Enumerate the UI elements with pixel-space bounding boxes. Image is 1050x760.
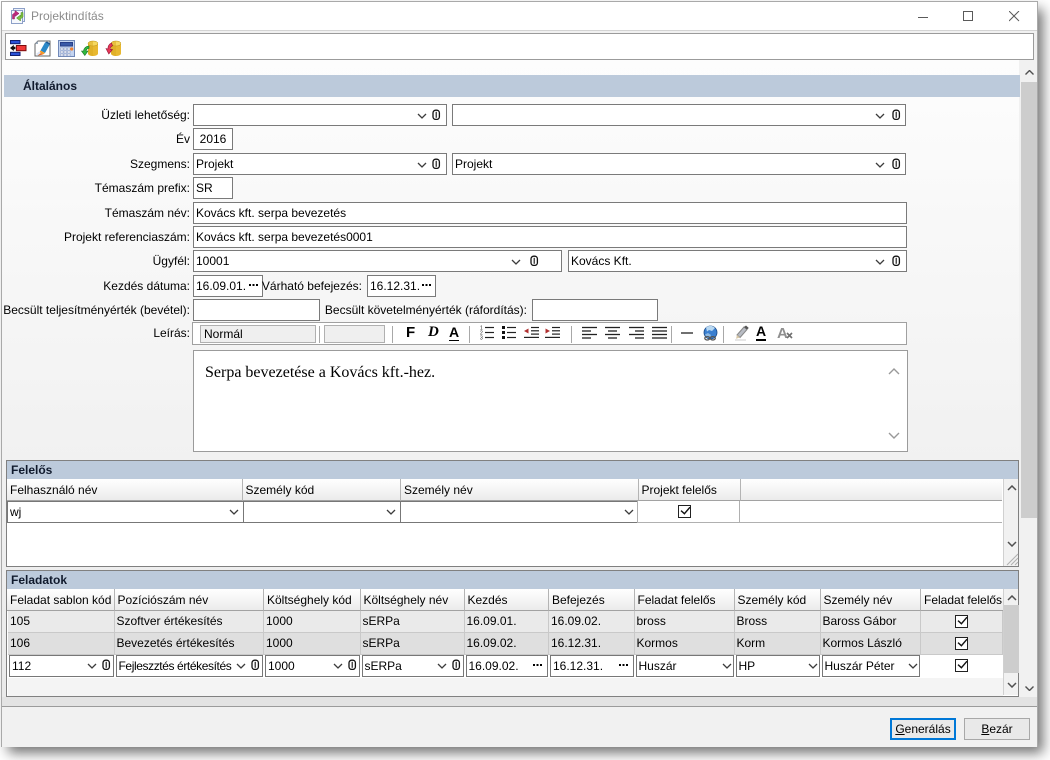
svg-text:3: 3 xyxy=(480,336,483,341)
svg-text:A: A xyxy=(777,325,788,341)
